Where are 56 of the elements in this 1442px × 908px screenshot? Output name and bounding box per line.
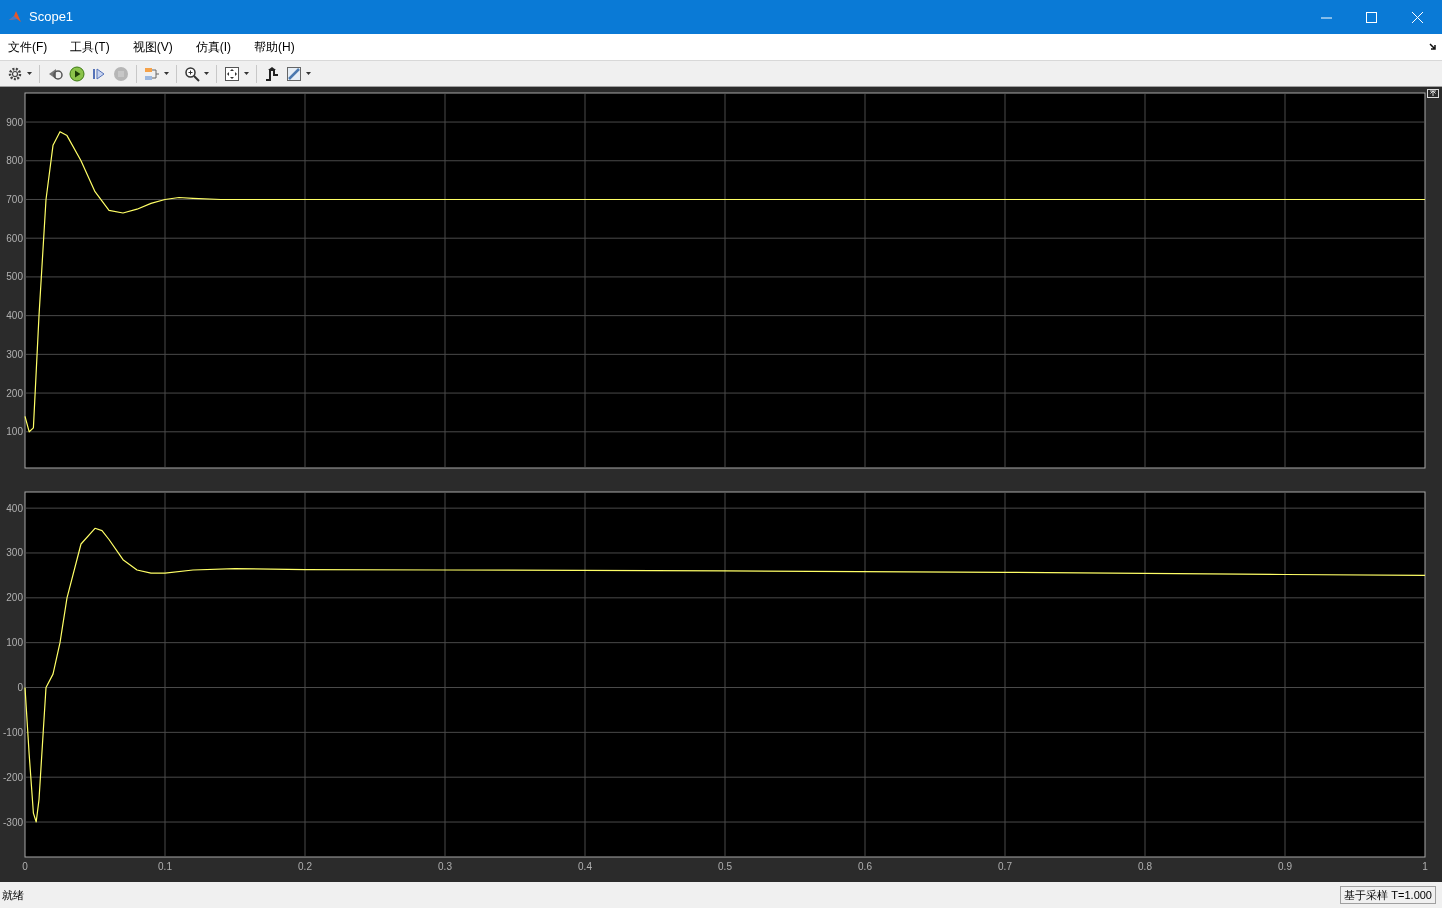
caret-icon — [306, 72, 311, 75]
menu-item[interactable]: 工具(T) — [66, 38, 114, 56]
step-forward-icon — [91, 65, 107, 82]
y-tick-label: -300 — [3, 816, 23, 828]
close-icon[interactable] — [1412, 11, 1423, 23]
y-tick-label: 400 — [6, 502, 23, 514]
x-tick-label: 0.7 — [998, 861, 1012, 872]
y-tick-label: 300 — [6, 348, 23, 360]
dock-arrow-icon[interactable] — [1429, 43, 1437, 51]
x-tick-label: 0.2 — [298, 861, 312, 872]
window-title: Scope1 — [29, 8, 74, 27]
x-tick-label: 0.3 — [438, 861, 452, 872]
signal-selector-icon — [144, 65, 160, 82]
fit-axes-icon — [224, 65, 240, 82]
y-tick-label: 100 — [6, 426, 23, 438]
maximize-icon[interactable] — [1366, 11, 1377, 23]
y-tick-label: -200 — [3, 771, 23, 783]
y-tick-label: 700 — [6, 194, 23, 205]
menu-item[interactable]: 仿真(I) — [191, 38, 235, 56]
ruler-icon — [286, 65, 302, 82]
trigger-icon — [264, 65, 280, 82]
sample-time-text: 基于采样 T=1.000 — [1340, 885, 1436, 905]
caret-icon — [204, 72, 209, 75]
y-tick-label: 400 — [6, 310, 23, 322]
x-tick-label: 0.1 — [158, 861, 172, 872]
status-text: 就绪 — [2, 887, 24, 903]
y-tick-label: 900 — [6, 116, 23, 128]
caret-icon — [164, 72, 169, 75]
undock-icon[interactable] — [1427, 89, 1439, 98]
play-icon — [69, 65, 85, 82]
y-tick-label: 200 — [6, 387, 23, 399]
x-tick-label: 1 — [1422, 861, 1428, 872]
y-tick-label: 100 — [6, 637, 23, 649]
y-tick-label: 0 — [17, 682, 23, 693]
menu-item[interactable]: 文件(F) — [4, 38, 52, 56]
y-tick-label: -100 — [3, 726, 23, 738]
x-tick-label: 0 — [22, 861, 28, 872]
y-tick-label: 300 — [6, 547, 23, 559]
x-tick-label: 0.8 — [1138, 861, 1152, 872]
stop-icon — [113, 65, 129, 82]
y-tick-label: 800 — [6, 155, 23, 167]
x-tick-label: 0.4 — [578, 861, 592, 872]
y-tick-label: 600 — [6, 232, 23, 244]
menu-item[interactable]: 视图(V) — [128, 38, 177, 56]
y-tick-label: 500 — [6, 271, 23, 283]
menu-item[interactable]: 帮助(H) — [250, 38, 299, 56]
x-tick-label: 0.5 — [718, 861, 732, 872]
play-button[interactable] — [66, 63, 88, 84]
gear-icon — [7, 65, 23, 82]
y-tick-label: 200 — [6, 592, 23, 604]
x-tick-label: 0.6 — [858, 861, 872, 872]
caret-icon — [27, 72, 32, 75]
x-tick-label: 0.9 — [1278, 861, 1292, 872]
caret-icon — [244, 72, 249, 75]
app-icon — [8, 10, 22, 24]
zoom-icon — [184, 65, 200, 82]
